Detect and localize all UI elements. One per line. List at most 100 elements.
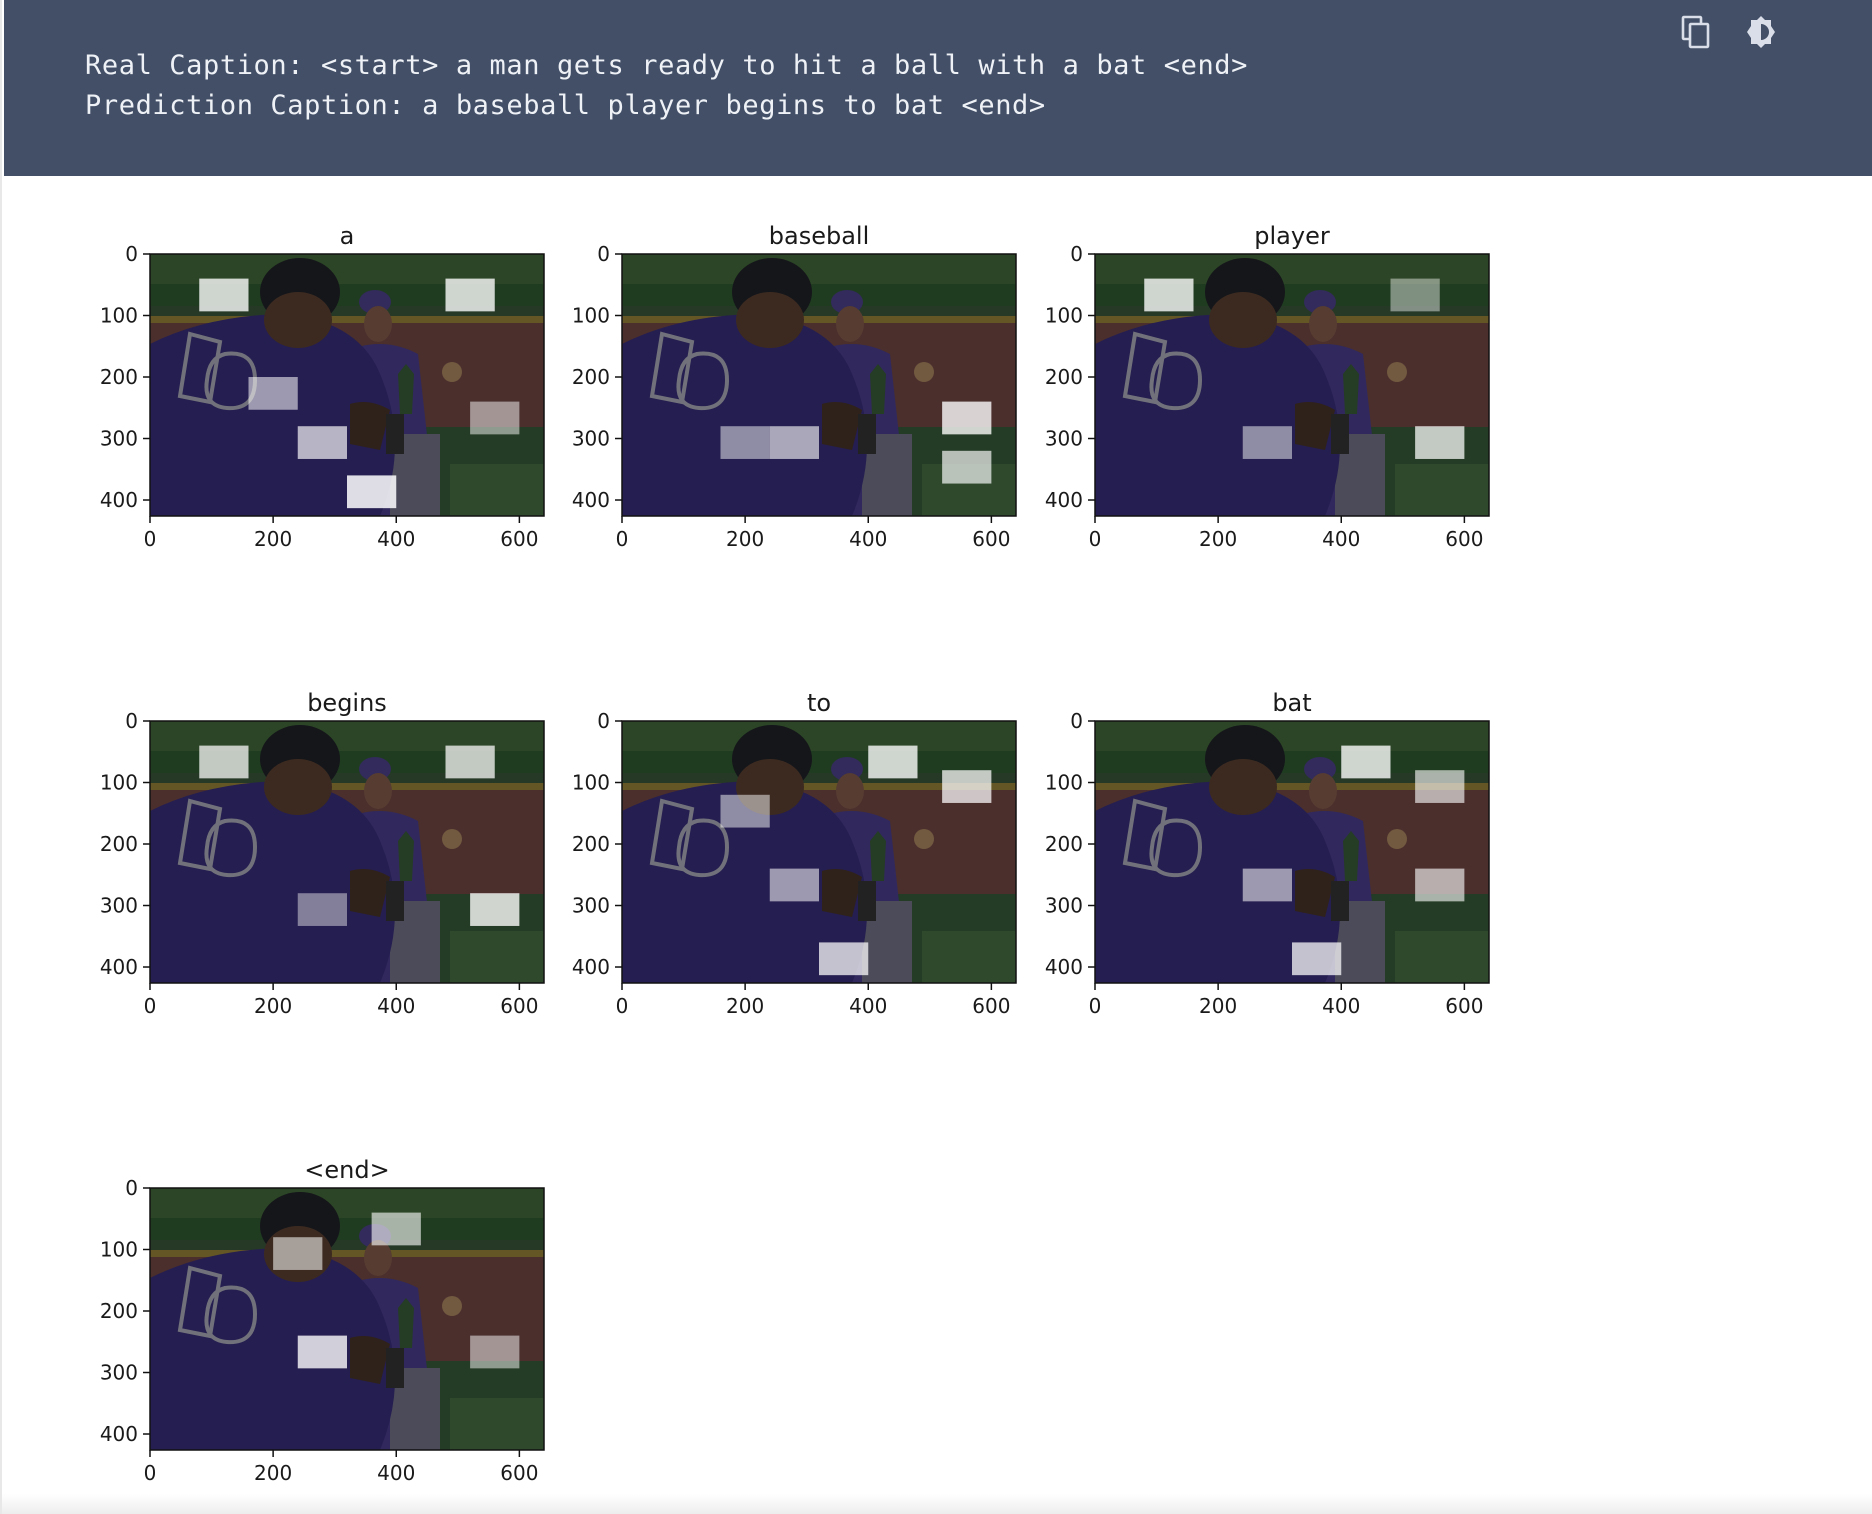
y-tick-label: 400 bbox=[572, 955, 610, 979]
x-tick-label: 0 bbox=[144, 527, 157, 551]
attention-patch bbox=[470, 893, 520, 926]
photo-image bbox=[1095, 254, 1489, 516]
attention-patch bbox=[1292, 942, 1342, 976]
attention-patch bbox=[1415, 426, 1465, 459]
attention-patch bbox=[769, 868, 819, 902]
attention-patch bbox=[720, 794, 770, 828]
y-tick-label: 100 bbox=[572, 304, 610, 328]
y-tick-label: 400 bbox=[100, 488, 138, 512]
attention-patch bbox=[297, 426, 347, 459]
photo-image bbox=[622, 721, 1016, 983]
attention-patch bbox=[1390, 278, 1440, 312]
attention-patch bbox=[1242, 868, 1292, 902]
y-tick-label: 100 bbox=[1045, 304, 1083, 328]
x-tick-label: 200 bbox=[726, 527, 764, 551]
attention-patch bbox=[470, 401, 520, 435]
x-tick-label: 0 bbox=[616, 527, 629, 551]
attention-patch bbox=[199, 745, 249, 779]
attention-patch bbox=[1144, 278, 1194, 312]
copy-icon bbox=[1681, 15, 1710, 49]
x-tick-label: 400 bbox=[1322, 994, 1360, 1018]
y-tick-label: 200 bbox=[100, 832, 138, 856]
x-tick-label: 0 bbox=[1089, 527, 1102, 551]
attention-figure: a01002003004000 200 400 600baseball01002003… bbox=[100, 222, 1490, 1485]
y-tick-label: 300 bbox=[1045, 894, 1083, 918]
y-tick-label: 200 bbox=[1045, 832, 1083, 856]
attention-patch bbox=[248, 377, 298, 410]
y-tick-label: 400 bbox=[1045, 488, 1083, 512]
attention-patch bbox=[720, 426, 770, 459]
x-tick-label: 400 bbox=[377, 994, 415, 1018]
attention-patch bbox=[470, 1335, 520, 1369]
attention-panel: a01002003004000 200 400 600 bbox=[100, 222, 545, 551]
y-tick-label: 0 bbox=[1070, 709, 1083, 733]
attention-patch bbox=[942, 401, 992, 435]
x-tick-label: 400 bbox=[377, 527, 415, 551]
panel-title: <end> bbox=[304, 1156, 389, 1184]
x-tick-label: 200 bbox=[254, 1461, 292, 1485]
y-tick-label: 300 bbox=[572, 427, 610, 451]
x-tick-label: 600 bbox=[1445, 994, 1483, 1018]
x-tick-label: 600 bbox=[500, 994, 538, 1018]
panel-title: player bbox=[1254, 222, 1330, 250]
y-tick-label: 0 bbox=[125, 709, 138, 733]
attention-patch bbox=[1341, 745, 1391, 779]
y-tick-label: 100 bbox=[100, 1238, 138, 1262]
y-tick-label: 200 bbox=[572, 832, 610, 856]
y-tick-label: 300 bbox=[100, 427, 138, 451]
x-tick-label: 200 bbox=[1199, 994, 1237, 1018]
panel-title: bat bbox=[1272, 689, 1311, 717]
theme-toggle-button[interactable] bbox=[1741, 12, 1781, 52]
photo-image bbox=[150, 1188, 544, 1450]
y-tick-label: 100 bbox=[1045, 771, 1083, 795]
x-tick-label: 200 bbox=[726, 994, 764, 1018]
y-tick-label: 300 bbox=[100, 894, 138, 918]
theme-toggle-icon bbox=[1747, 16, 1775, 48]
prediction-caption: Prediction Caption: a baseball player be… bbox=[85, 90, 1046, 121]
attention-panel: begins01002003004000 200 400 600 bbox=[100, 689, 545, 1018]
y-tick-label: 0 bbox=[597, 242, 610, 266]
text-output-block: Real Caption: <start> a man gets ready t… bbox=[4, 0, 1872, 176]
y-tick-label: 400 bbox=[1045, 955, 1083, 979]
real-caption: Real Caption: <start> a man gets ready t… bbox=[85, 50, 1249, 81]
panel-title: to bbox=[807, 689, 831, 717]
x-tick-label: 0 bbox=[616, 994, 629, 1018]
attention-patch bbox=[445, 745, 495, 779]
attention-patch bbox=[445, 278, 495, 312]
x-tick-label: 600 bbox=[500, 527, 538, 551]
y-tick-label: 300 bbox=[572, 894, 610, 918]
attention-patch bbox=[347, 475, 397, 509]
panel-title: baseball bbox=[769, 222, 870, 250]
y-tick-label: 0 bbox=[125, 242, 138, 266]
attention-panel: <end>01002003004000 200 400 600 bbox=[100, 1156, 545, 1485]
x-tick-label: 0 bbox=[144, 1461, 157, 1485]
y-tick-label: 200 bbox=[572, 365, 610, 389]
attention-panel: to01002003004000 200 400 600 bbox=[572, 689, 1017, 1018]
y-tick-label: 200 bbox=[100, 365, 138, 389]
x-tick-label: 600 bbox=[972, 994, 1010, 1018]
x-tick-label: 400 bbox=[377, 1461, 415, 1485]
x-tick-label: 200 bbox=[254, 527, 292, 551]
attention-patch bbox=[769, 426, 819, 459]
attention-patch bbox=[1242, 426, 1292, 459]
y-tick-label: 0 bbox=[125, 1176, 138, 1200]
attention-patch bbox=[1415, 770, 1465, 803]
photo-image bbox=[150, 721, 544, 983]
attention-patch bbox=[942, 450, 992, 484]
attention-patch bbox=[819, 942, 869, 976]
x-tick-label: 400 bbox=[1322, 527, 1360, 551]
attention-patch bbox=[868, 745, 918, 779]
attention-patch bbox=[371, 1212, 421, 1246]
copy-button[interactable] bbox=[1676, 12, 1716, 52]
y-tick-label: 400 bbox=[572, 488, 610, 512]
x-tick-label: 0 bbox=[1089, 994, 1102, 1018]
x-tick-label: 0 bbox=[144, 994, 157, 1018]
attention-patch bbox=[273, 1237, 323, 1270]
attention-panel: player01002003004000 200 400 600 bbox=[1045, 222, 1490, 551]
y-tick-label: 100 bbox=[572, 771, 610, 795]
photo-image bbox=[622, 254, 1016, 516]
y-tick-label: 0 bbox=[597, 709, 610, 733]
bottom-scroll-edge bbox=[2, 1494, 1872, 1514]
attention-patch bbox=[297, 1335, 347, 1369]
y-tick-label: 300 bbox=[100, 1361, 138, 1385]
